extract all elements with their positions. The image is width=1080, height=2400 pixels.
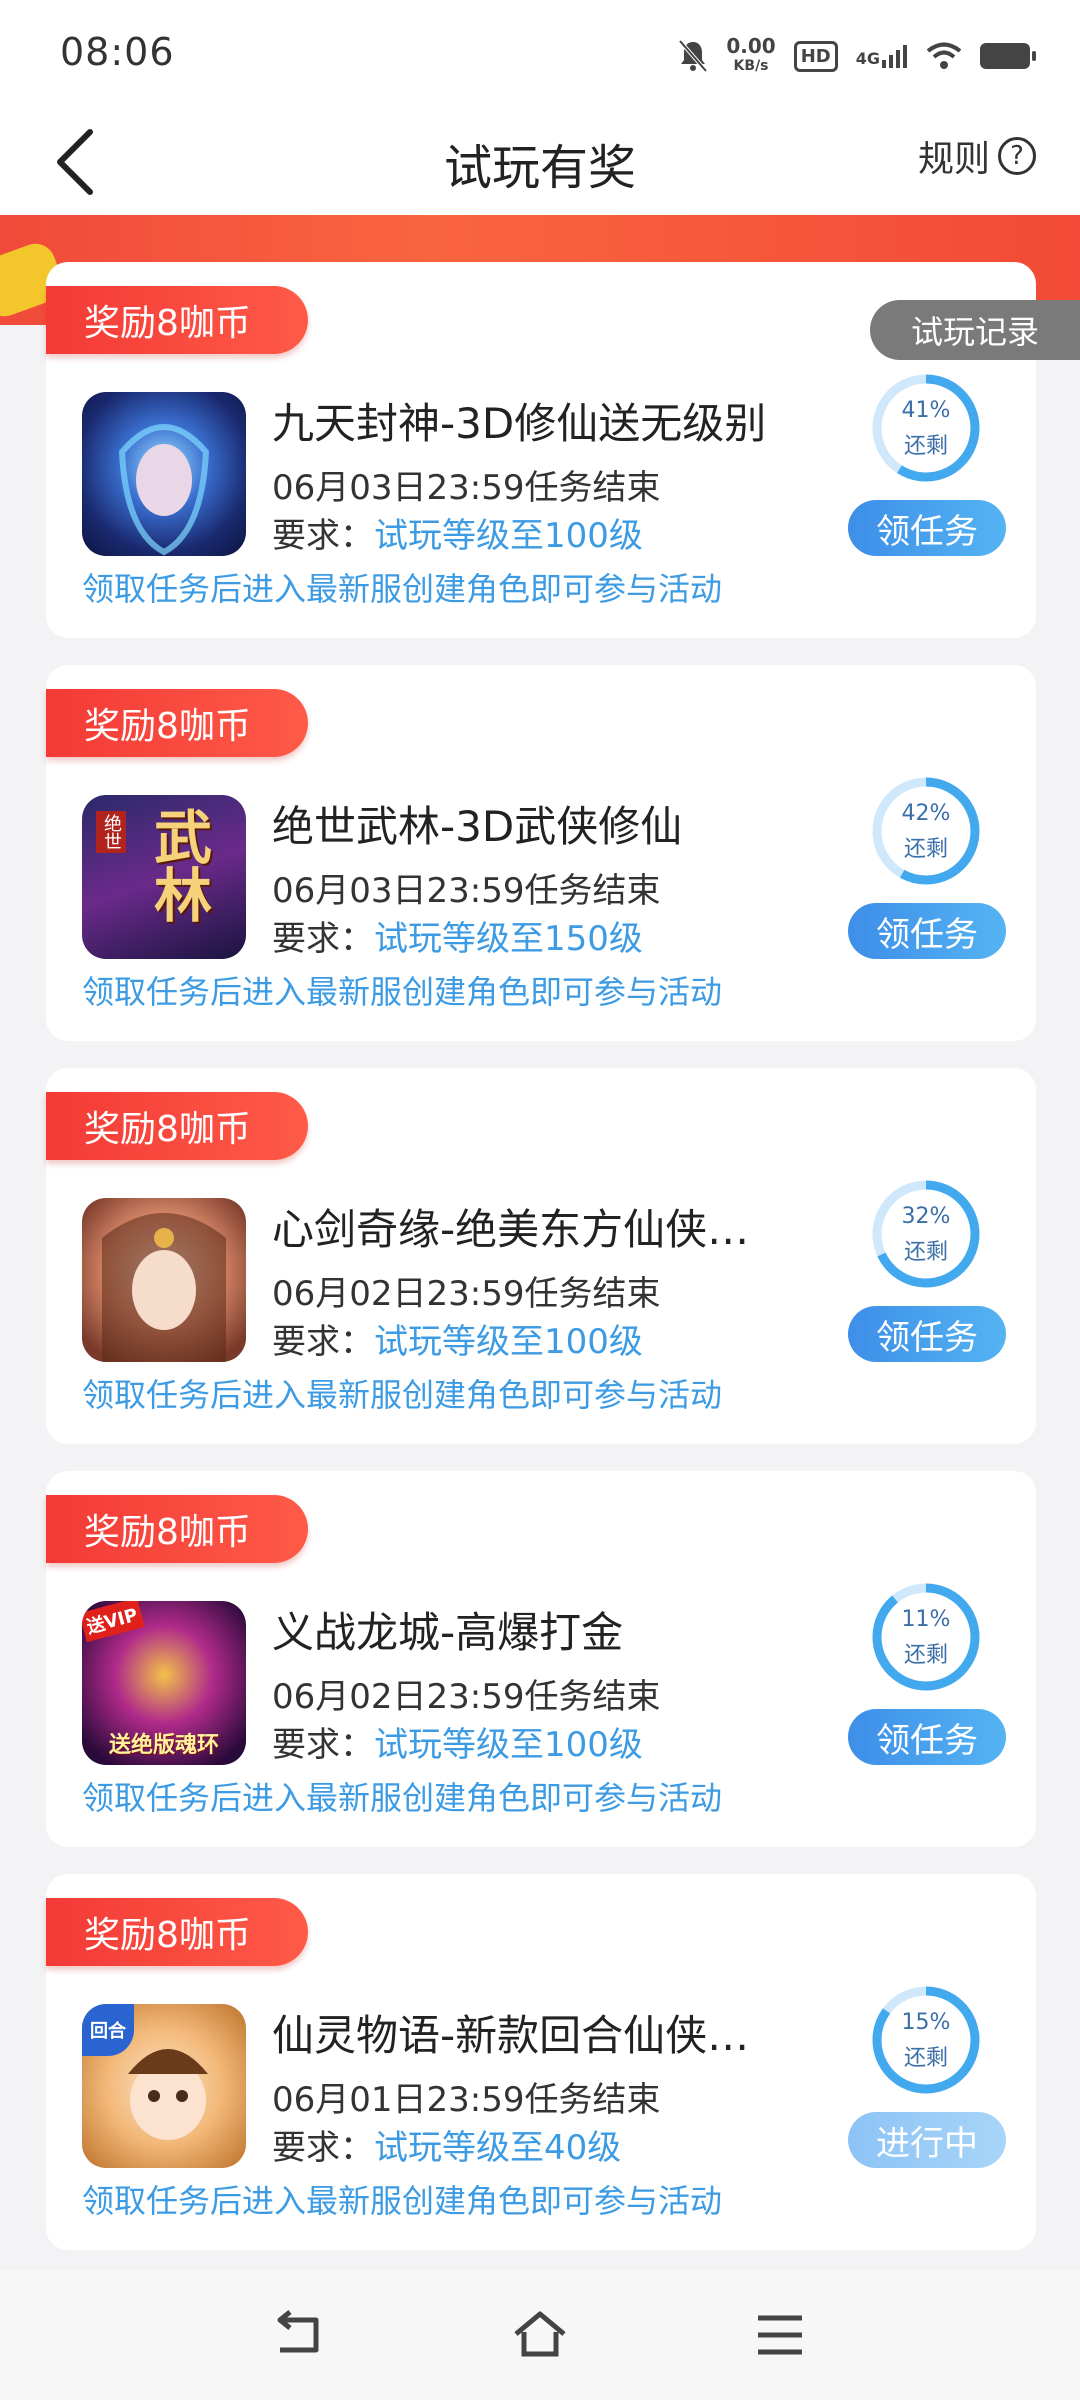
claim-task-button[interactable]: 领任务 — [848, 903, 1006, 959]
game-icon-corner-tag: 回合 — [82, 2004, 134, 2056]
menu-nav-icon[interactable] — [750, 2310, 810, 2360]
game-art — [118, 424, 210, 556]
task-note: 领取任务后进入最新服创建角色即可参与活动 — [82, 1779, 723, 1817]
requirement-label: 要求： — [272, 2128, 374, 2168]
game-name[interactable]: 仙灵物语-新款回合仙侠… — [272, 2002, 802, 2063]
game-art — [102, 1213, 226, 1362]
task-deadline: 06月02日23:59任务结束 — [272, 1274, 661, 1314]
task-requirement: 要求：试玩等级至100级 — [272, 1314, 643, 1363]
progress-remaining-label: 还剩 — [903, 837, 948, 862]
network-speed: 0.00 KB/s — [726, 36, 775, 76]
game-name[interactable]: 义战龙城-高爆打金 — [272, 1599, 802, 1660]
requirement-value: 试玩等级至40级 — [374, 2128, 622, 2168]
task-note: 领取任务后进入最新服创建角色即可参与活动 — [82, 570, 723, 608]
game-name[interactable]: 九天封神-3D修仙送无级别 — [272, 390, 802, 451]
game-icon-text-small: 绝世 — [96, 811, 126, 853]
task-card: 奖励8咖币 绝世 武林 绝世武林-3D武侠修仙 06月03日23:59任务结束 … — [46, 665, 1036, 1041]
requirement-value: 试玩等级至100级 — [374, 1725, 643, 1765]
progress-percent: 11% — [901, 1607, 951, 1632]
requirement-label: 要求： — [272, 919, 374, 959]
speed-value: 0.00 — [726, 34, 776, 58]
task-requirement: 要求：试玩等级至100级 — [272, 1717, 643, 1766]
progress-remaining-label: 还剩 — [903, 434, 948, 459]
task-note: 领取任务后进入最新服创建角色即可参与活动 — [82, 1376, 723, 1414]
game-icon[interactable] — [82, 392, 246, 556]
task-requirement: 要求：试玩等级至100级 — [272, 508, 643, 557]
game-name[interactable]: 绝世武林-3D武侠修仙 — [272, 793, 802, 854]
progress-percent: 41% — [901, 398, 951, 423]
progress-ring: 41% 还剩 — [870, 372, 982, 484]
status-bar: 08:06 0.00 KB/s HD 4G — [0, 0, 1080, 110]
requirement-value: 试玩等级至100级 — [374, 516, 643, 556]
task-list: 奖励8咖币 九天封神-3D修仙送无级别 06月03日23:59任务结束 要求：试… — [46, 262, 1036, 2277]
play-record-button[interactable]: 试玩记录 — [870, 300, 1080, 360]
game-name[interactable]: 心剑奇缘-绝美东方仙侠… — [272, 1196, 802, 1257]
task-card: 奖励8咖币 心剑奇缘-绝美东方仙侠… 06月02日23:59任务结束 要求：试玩… — [46, 1068, 1036, 1444]
game-icon[interactable]: 绝世 武林 — [82, 795, 246, 959]
reward-badge: 奖励8咖币 — [46, 1898, 308, 1966]
game-icon[interactable]: 送VIP 送绝版魂环 — [82, 1601, 246, 1765]
game-icon-vip-tag: 送VIP — [82, 1601, 145, 1643]
requirement-value: 试玩等级至150级 — [374, 919, 643, 959]
in-progress-button[interactable]: 进行中 — [848, 2112, 1006, 2168]
requirement-label: 要求： — [272, 1725, 374, 1765]
reward-badge: 奖励8咖币 — [46, 286, 308, 354]
game-icon[interactable]: 回合 — [82, 2004, 246, 2168]
progress-ring: 42% 还剩 — [870, 775, 982, 887]
claim-task-button[interactable]: 领任务 — [848, 1306, 1006, 1362]
hd-badge: HD — [793, 40, 838, 72]
rules-button[interactable]: 规则 ? — [918, 130, 1036, 182]
task-card: 奖励8咖币 送VIP 送绝版魂环 义战龙城-高爆打金 06月02日23:59任务… — [46, 1471, 1036, 1847]
progress-ring: 11% 还剩 — [870, 1581, 982, 1693]
claim-task-button[interactable]: 领任务 — [848, 1709, 1006, 1765]
app-header: 试玩有奖 规则 ? — [0, 110, 1080, 215]
reward-badge: 奖励8咖币 — [46, 689, 308, 757]
back-nav-icon[interactable] — [270, 2310, 330, 2360]
game-icon[interactable] — [82, 1198, 246, 1362]
task-requirement: 要求：试玩等级至150级 — [272, 911, 643, 960]
wifi-icon — [926, 42, 962, 69]
requirement-label: 要求： — [272, 1322, 374, 1362]
game-icon-banner-text: 送绝版魂环 — [108, 1733, 219, 1758]
requirement-label: 要求： — [272, 516, 374, 556]
progress-ring: 32% 还剩 — [870, 1178, 982, 1290]
game-icon-text-large: 武林 — [144, 807, 212, 923]
progress-ring: 15% 还剩 — [870, 1984, 982, 2096]
claim-task-button[interactable]: 领任务 — [848, 500, 1006, 556]
status-icons: 0.00 KB/s HD 4G — [678, 36, 1036, 76]
task-deadline: 06月02日23:59任务结束 — [272, 1677, 661, 1717]
task-deadline: 06月03日23:59任务结束 — [272, 468, 661, 508]
task-card: 奖励8咖币 回合 仙灵物语-新款回合仙侠… 06月01日23:59任务结束 要求… — [46, 1874, 1036, 2250]
speed-unit: KB/s — [733, 58, 769, 74]
task-requirement: 要求：试玩等级至40级 — [272, 2120, 621, 2169]
reward-badge: 奖励8咖币 — [46, 1495, 308, 1563]
home-nav-icon[interactable] — [510, 2310, 570, 2360]
rules-label: 规则 — [917, 139, 990, 180]
requirement-value: 试玩等级至100级 — [374, 1322, 643, 1362]
reward-badge: 奖励8咖币 — [46, 1092, 308, 1160]
status-time: 08:06 — [60, 30, 175, 74]
progress-percent: 42% — [901, 801, 951, 826]
progress-remaining-label: 还剩 — [903, 2046, 948, 2071]
question-icon: ? — [998, 137, 1036, 175]
task-note: 领取任务后进入最新服创建角色即可参与活动 — [82, 2182, 723, 2220]
system-nav-bar — [0, 2270, 1080, 2400]
progress-remaining-label: 还剩 — [903, 1240, 948, 1265]
network-label: 4G — [855, 49, 880, 68]
task-note: 领取任务后进入最新服创建角色即可参与活动 — [82, 973, 723, 1011]
network-type: 4G — [856, 44, 908, 68]
progress-percent: 32% — [901, 1204, 951, 1229]
progress-percent: 15% — [901, 2010, 951, 2035]
mute-bell-icon — [678, 39, 708, 73]
task-deadline: 06月01日23:59任务结束 — [272, 2080, 661, 2120]
task-deadline: 06月03日23:59任务结束 — [272, 871, 661, 911]
battery-icon — [980, 43, 1036, 69]
signal-icon — [882, 45, 907, 68]
progress-remaining-label: 还剩 — [903, 1643, 948, 1668]
